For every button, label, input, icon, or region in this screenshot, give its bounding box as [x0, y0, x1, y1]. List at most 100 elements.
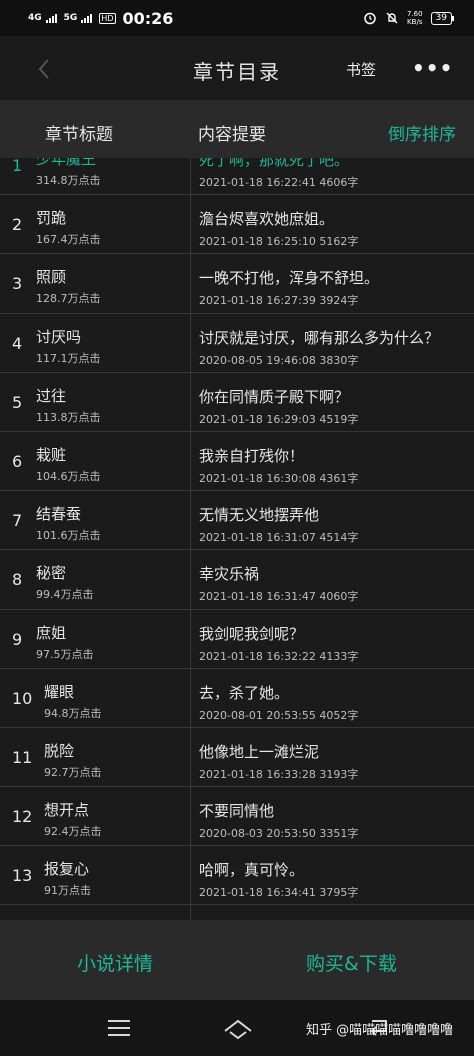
chapter-meta: 2020-08-03 20:53:50 3351字 — [199, 827, 359, 841]
network-5g-label: 5G — [63, 13, 78, 23]
menu-icon[interactable] — [108, 1020, 130, 1041]
battery-icon: 39 — [430, 11, 455, 25]
hd-badge: HD — [99, 12, 116, 24]
watermark-text: 知乎 @喵喵喵喵噜噜噜噜 — [306, 1023, 454, 1038]
chapter-clicks: 113.8万点击 — [36, 410, 101, 424]
chapter-meta: 2021-01-18 16:22:41 4606字 — [199, 176, 359, 189]
chapter-row[interactable]: 8 秘密 99.4万点击 幸灾乐祸 2021-01-18 16:31:47 4060字 — [0, 550, 474, 610]
chapter-clicks: 101.6万点击 — [36, 529, 101, 543]
chapter-number: 12 — [12, 807, 33, 827]
chapter-meta: 2021-01-18 16:32:22 4133字 — [199, 649, 359, 663]
signal-icon — [45, 13, 57, 23]
chapter-meta: 2021-01-18 16:33:28 3193字 — [199, 767, 359, 781]
chapter-row[interactable]: 13 报复心 91万点击 哈啊，真可怜。 2021-01-18 16:34:41 379… — [0, 846, 474, 906]
chapter-row[interactable]: 9 庶姐 97.5万点击 我剑呢我剑呢？ 2021-01-18 16:32:22 413… — [0, 609, 474, 669]
chapter-row[interactable]: 1 少年魔王 314.8万点击 死了啊，那就死了吧。 2021-01-18 16:22:… — [0, 158, 474, 196]
column-header-summary: 内容提要 — [198, 125, 266, 145]
chapter-summary: 哈啊，真可怜。 — [199, 861, 305, 880]
status-left: 4G 5G HD 00:26 — [28, 9, 173, 28]
chapter-number: 11 — [12, 747, 33, 767]
network-4g-label: 4G — [28, 13, 42, 23]
chapter-number: 9 — [12, 629, 23, 649]
chapter-summary: 幸灾乐祸 — [199, 565, 260, 584]
chapter-summary: 他像地上一滩烂泥 — [199, 742, 320, 761]
novel-details-button[interactable]: 小说详情 — [77, 949, 153, 976]
chapter-clicks: 128.7万点击 — [36, 292, 101, 306]
chapter-meta: 2021-01-18 16:34:41 3795字 — [199, 886, 359, 900]
speed-unit: KB/s — [407, 18, 423, 26]
chapter-number: 8 — [12, 570, 23, 590]
chapter-title: 少年魔王 — [36, 158, 97, 168]
chapter-row[interactable]: 7 结春蚕 101.6万点击 无情无义地摆弄他 2021-01-18 16:31:07 … — [0, 491, 474, 551]
chapter-meta: 2021-01-18 16:31:47 4060字 — [199, 590, 359, 604]
chapter-clicks: 91万点击 — [44, 884, 91, 898]
chapter-summary: 去，杀了她。 — [199, 683, 290, 702]
chapter-row[interactable]: 14回目不知道说那一句话了什么才好 — [0, 905, 474, 920]
page-title: 章节目录 — [193, 60, 281, 84]
more-options-button[interactable]: ••• — [412, 56, 453, 80]
chapter-title: 罚跪 — [36, 209, 67, 228]
action-bar: 小说详情 购买&下载 — [0, 920, 474, 1000]
network-speed: 7.60 KB/s — [407, 10, 423, 26]
chapter-clicks: 97.5万点击 — [36, 647, 94, 661]
chapter-clicks: 92.7万点击 — [44, 765, 102, 779]
chapter-row[interactable]: 4 讨厌吗 117.1万点击 讨厌就是讨厌，哪有那么多为什么？ 2020-08-05 1… — [0, 313, 474, 373]
chapter-meta: 2020-08-05 19:46:08 3830字 — [199, 353, 359, 367]
chapter-title: 脱险 — [44, 741, 75, 760]
chapter-row[interactable]: 5 过往 113.8万点击 你在同情质子殿下啊？ 2021-01-18 16:29:03… — [0, 372, 474, 432]
chapter-summary: 你在同情质子殿下啊？ — [199, 387, 350, 406]
chapter-row[interactable]: 10 耀眼 94.8万点击 去，杀了她。 2020-08-01 20:53:55 405… — [0, 668, 474, 728]
sort-reverse-button[interactable]: 倒序排序 — [388, 120, 456, 145]
speed-value: 7.60 — [406, 10, 423, 18]
chapter-clicks: 167.4万点击 — [36, 233, 101, 247]
chapter-title: 照顾 — [36, 268, 67, 287]
chapter-summary: 澹台烬喜欢她庶姐。 — [199, 210, 335, 229]
chapter-row[interactable]: 12 想开点 92.4万点击 不要同情他 2020-08-03 20:53:50 335… — [0, 787, 474, 847]
chapter-title: 过往 — [36, 386, 67, 405]
chapter-number: 10 — [12, 688, 33, 708]
chapter-meta: 2021-01-18 16:31:07 4514字 — [199, 531, 359, 545]
chapter-title: 想开点 — [44, 801, 90, 820]
chapter-row[interactable]: 2 罚跪 167.4万点击 澹台烬喜欢她庶姐。 2021-01-18 16:25:10 … — [0, 195, 474, 255]
chapter-number: 13 — [12, 866, 33, 886]
chapter-number: 4 — [12, 333, 23, 353]
chapter-summary: 死了啊，那就死了吧。 — [199, 158, 350, 169]
bookmark-button[interactable]: 书签 — [346, 59, 376, 80]
home-icon[interactable] — [222, 1017, 254, 1041]
status-right: 7.60 KB/s 39 — [363, 10, 455, 26]
alarm-icon — [364, 12, 376, 25]
chapter-clicks: 99.4万点击 — [36, 588, 94, 602]
chapter-title: 秘密 — [36, 564, 67, 583]
chapter-number: 5 — [12, 392, 23, 412]
chapter-title: 讨厌吗 — [36, 327, 82, 346]
chapter-title: 报复心 — [44, 860, 90, 879]
chapter-meta: 2021-01-18 16:27:39 3924字 — [199, 294, 359, 308]
chapter-meta: 2021-01-18 16:25:10 5162字 — [199, 235, 359, 249]
chapter-title: 耀眼 — [44, 682, 75, 701]
chapter-number: 2 — [12, 215, 23, 235]
chapter-title: 栽赃 — [36, 445, 67, 464]
chapter-clicks: 104.6万点击 — [36, 469, 101, 483]
header: 章节目录 书签 ••• — [0, 36, 474, 100]
chapter-summary: 讨厌就是讨厌，哪有那么多为什么？ — [199, 328, 440, 347]
chapter-summary: 我亲自打残你！ — [199, 446, 305, 465]
buy-download-button[interactable]: 购买&下载 — [306, 949, 397, 976]
chapter-row[interactable]: 11 脱险 92.7万点击 他像地上一滩烂泥 2021-01-18 16:33:28 3… — [0, 727, 474, 788]
chapter-list-inner: 1 少年魔王 314.8万点击 死了啊，那就死了吧。 2021-01-18 16:22:… — [0, 158, 474, 920]
chapter-summary: 无情无义地摆弄他 — [199, 506, 320, 525]
chapter-meta: 2021-01-18 16:29:03 4519字 — [199, 412, 359, 426]
column-headers: 章节标题 内容提要 倒序排序 — [0, 100, 474, 158]
chapter-clicks: 92.4万点击 — [44, 825, 102, 839]
chapter-summary: 我剑呢我剑呢？ — [199, 624, 305, 643]
chapter-row[interactable]: 3 照顾 128.7万点击 一晚不打他，浑身不舒坦。 2021-01-18 16:27:… — [0, 254, 474, 314]
chapter-list[interactable]: 1 少年魔王 314.8万点击 死了啊，那就死了吧。 2021-01-18 16:22:… — [0, 158, 474, 920]
chapter-title: 结春蚕 — [36, 505, 82, 524]
status-time: 00:26 — [122, 8, 174, 28]
system-nav-bar: 知乎 @喵喵喵喵噜噜噜噜 — [0, 1000, 474, 1056]
chapter-number: 1 — [12, 158, 23, 175]
status-bar: 4G 5G HD 00:26 7.60 KB/s 39 — [0, 0, 474, 36]
chapter-row[interactable]: 6 栽赃 104.6万点击 我亲自打残你！ 2021-01-18 16:30:08 43… — [0, 431, 474, 492]
chapter-clicks: 117.1万点击 — [36, 351, 101, 365]
chapter-meta: 2020-08-01 20:53:55 4052字 — [199, 708, 359, 722]
mute-icon — [386, 12, 398, 24]
